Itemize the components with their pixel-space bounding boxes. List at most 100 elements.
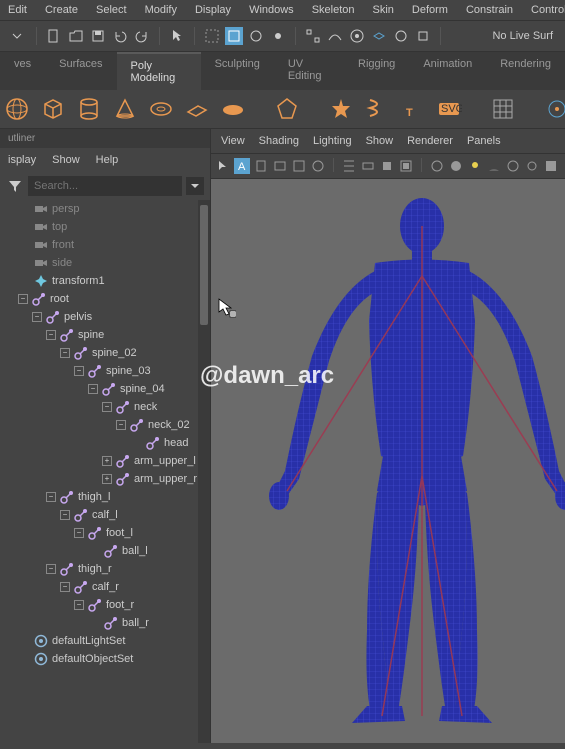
poly-cone-icon[interactable] (112, 94, 138, 124)
collapse-icon[interactable]: − (46, 492, 56, 502)
film-gate-icon[interactable] (360, 158, 376, 174)
viewport-menu-panels[interactable]: Panels (467, 135, 501, 147)
outliner-item-head[interactable]: head (0, 434, 210, 452)
menu-control[interactable]: Control (531, 4, 565, 16)
menu-deform[interactable]: Deform (412, 4, 448, 16)
tab-rendering[interactable]: Rendering (486, 52, 565, 90)
outliner-item-arm_upper_r[interactable]: +arm_upper_r (0, 470, 210, 488)
outliner-item-transform1[interactable]: transform1 (0, 272, 210, 290)
outliner-item-foot_r[interactable]: −foot_r (0, 596, 210, 614)
menu-display[interactable]: Display (195, 4, 231, 16)
use-lights-icon[interactable] (467, 158, 483, 174)
2d-pan-icon[interactable] (291, 158, 307, 174)
menu-windows[interactable]: Windows (249, 4, 294, 16)
viewport-menu-view[interactable]: View (221, 135, 245, 147)
outliner-item-persp[interactable]: persp (0, 200, 210, 218)
outliner-scrollbar[interactable] (198, 200, 210, 743)
outliner-menu-help[interactable]: Help (96, 154, 119, 166)
no-live-surface-label[interactable]: No Live Surf (486, 30, 559, 42)
collapse-icon[interactable]: − (74, 600, 84, 610)
outliner-menu-isplay[interactable]: isplay (8, 154, 36, 166)
new-file-icon[interactable] (45, 27, 63, 45)
svg-icon[interactable]: SVG (436, 94, 462, 124)
snap-plane-icon[interactable] (370, 27, 388, 45)
snap-grid-icon[interactable] (304, 27, 322, 45)
collapse-icon[interactable]: − (74, 528, 84, 538)
outliner-item-defaultLightSet[interactable]: defaultLightSet (0, 632, 210, 650)
poly-cylinder-icon[interactable] (76, 94, 102, 124)
select-box-icon[interactable] (225, 27, 243, 45)
outliner-item-foot_l[interactable]: −foot_l (0, 524, 210, 542)
paint-select-icon[interactable] (269, 27, 287, 45)
poly-torus-icon[interactable] (148, 94, 174, 124)
outliner-item-arm_upper_l[interactable]: +arm_upper_l (0, 452, 210, 470)
viewport-menu-renderer[interactable]: Renderer (407, 135, 453, 147)
collapse-icon[interactable]: − (116, 420, 126, 430)
outliner-item-root[interactable]: −root (0, 290, 210, 308)
tab-animation[interactable]: Animation (409, 52, 486, 90)
outliner-item-spine_02[interactable]: −spine_02 (0, 344, 210, 362)
menu-skin[interactable]: Skin (373, 4, 394, 16)
workspace-dropdown[interactable] (6, 29, 28, 43)
grid-icon[interactable] (490, 94, 516, 124)
outliner-item-front[interactable]: front (0, 236, 210, 254)
image-plane-icon[interactable] (272, 158, 288, 174)
filter-icon[interactable] (6, 177, 24, 195)
expand-icon[interactable]: + (102, 456, 112, 466)
outliner-item-calf_l[interactable]: −calf_l (0, 506, 210, 524)
grid-display-icon[interactable] (341, 158, 357, 174)
tab-surfaces[interactable]: Surfaces (45, 52, 116, 90)
outliner-item-side[interactable]: side (0, 254, 210, 272)
snap-point-icon[interactable] (348, 27, 366, 45)
outliner-item-top[interactable]: top (0, 218, 210, 236)
outliner-menu-show[interactable]: Show (52, 154, 80, 166)
menu-skeleton[interactable]: Skeleton (312, 4, 355, 16)
tab-poly-modeling[interactable]: Poly Modeling (117, 52, 201, 90)
menu-create[interactable]: Create (45, 4, 78, 16)
expand-icon[interactable]: + (102, 474, 112, 484)
collapse-icon[interactable]: − (60, 582, 70, 592)
snap-toggle-icon[interactable] (414, 27, 432, 45)
bookmark-icon[interactable] (253, 158, 269, 174)
menu-edit[interactable]: Edit (8, 4, 27, 16)
snap-live-icon[interactable] (392, 27, 410, 45)
outliner-item-pelvis[interactable]: −pelvis (0, 308, 210, 326)
menu-constrain[interactable]: Constrain (466, 4, 513, 16)
collapse-icon[interactable]: − (102, 402, 112, 412)
save-icon[interactable] (89, 27, 107, 45)
select-tool-icon[interactable] (168, 27, 186, 45)
outliner-item-thigh_r[interactable]: −thigh_r (0, 560, 210, 578)
collapse-icon[interactable]: − (60, 510, 70, 520)
camera-attr-icon[interactable]: A (234, 158, 250, 174)
platonic-icon[interactable] (274, 94, 300, 124)
wireframe-icon[interactable] (429, 158, 445, 174)
snap-curve-icon[interactable] (326, 27, 344, 45)
motion-blur-icon[interactable] (524, 158, 540, 174)
grease-pencil-icon[interactable] (310, 158, 326, 174)
collapse-icon[interactable]: − (60, 348, 70, 358)
outliner-item-thigh_l[interactable]: −thigh_l (0, 488, 210, 506)
poly-disc-icon[interactable] (220, 94, 246, 124)
open-file-icon[interactable] (67, 27, 85, 45)
textured-icon[interactable] (543, 158, 559, 174)
outliner-search-input[interactable] (28, 176, 182, 196)
poly-plane-icon[interactable] (184, 94, 210, 124)
outliner-item-spine_03[interactable]: −spine_03 (0, 362, 210, 380)
undo-icon[interactable] (111, 27, 129, 45)
lasso-icon[interactable] (247, 27, 265, 45)
helix-icon[interactable] (364, 94, 390, 124)
gate-mask-icon[interactable] (398, 158, 414, 174)
center-pivot-icon[interactable] (544, 94, 565, 124)
tab-rigging[interactable]: Rigging (344, 52, 409, 90)
menu-select[interactable]: Select (96, 4, 127, 16)
outliner-item-spine[interactable]: −spine (0, 326, 210, 344)
select-camera-icon[interactable] (215, 158, 231, 174)
viewport-canvas[interactable] (211, 179, 565, 743)
resolution-gate-icon[interactable] (379, 158, 395, 174)
outliner-item-neck_02[interactable]: −neck_02 (0, 416, 210, 434)
shadows-icon[interactable] (486, 158, 502, 174)
viewport-menu-lighting[interactable]: Lighting (313, 135, 352, 147)
collapse-icon[interactable]: − (88, 384, 98, 394)
menu-modify[interactable]: Modify (145, 4, 177, 16)
collapse-icon[interactable]: − (74, 366, 84, 376)
